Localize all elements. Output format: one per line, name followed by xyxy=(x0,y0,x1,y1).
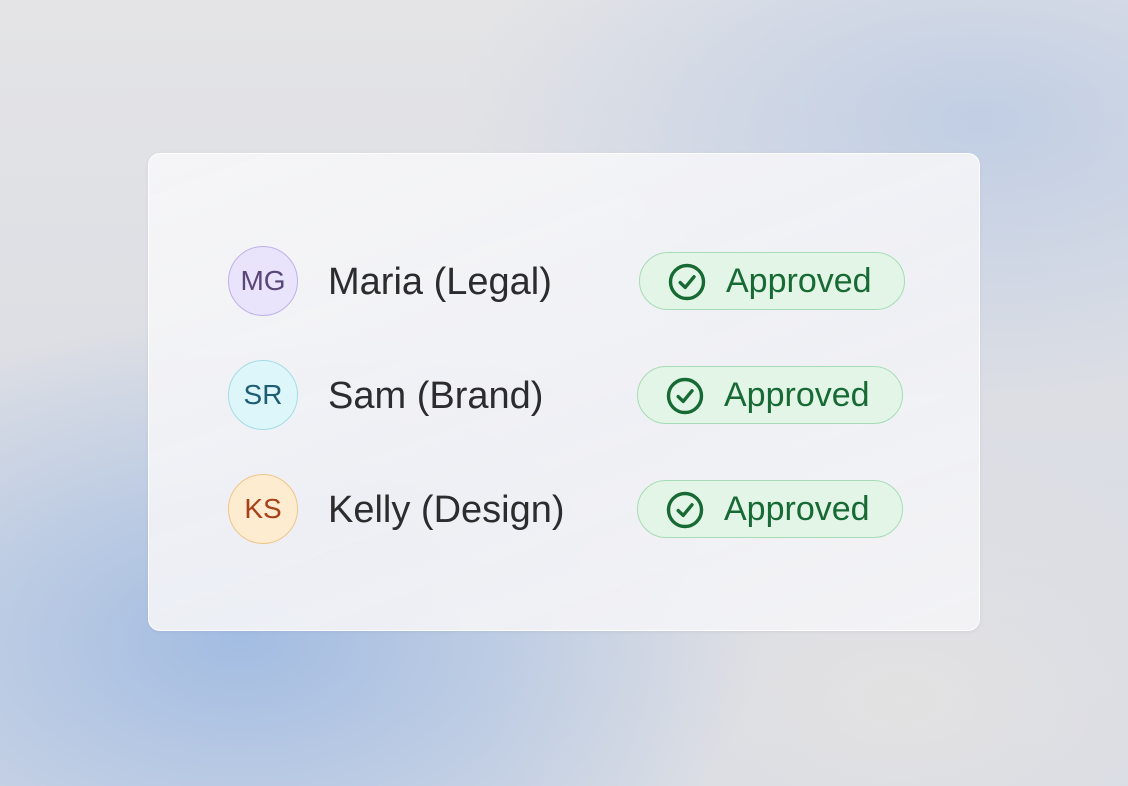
avatar-initials: MG xyxy=(240,265,286,296)
avatar: SR xyxy=(228,360,298,430)
approval-row: MG Maria (Legal) Approved xyxy=(228,246,928,318)
status-badge: Approved xyxy=(637,366,903,424)
avatar: MG xyxy=(228,246,298,316)
avatar-initials: SR xyxy=(243,379,283,410)
check-circle-icon xyxy=(666,377,704,415)
approvals-card: MG Maria (Legal) Approved SR Sam (Brand)… xyxy=(148,153,980,631)
status-label: Approved xyxy=(726,262,872,300)
status-badge: Approved xyxy=(637,480,903,538)
avatar: KS xyxy=(228,474,298,544)
check-circle-icon xyxy=(668,263,706,301)
approval-row: SR Sam (Brand) Approved xyxy=(228,360,928,432)
status-label: Approved xyxy=(724,376,870,414)
approver-name: Sam (Brand) xyxy=(328,375,544,417)
approval-row: KS Kelly (Design) Approved xyxy=(228,474,928,546)
approver-name: Kelly (Design) xyxy=(328,489,565,531)
check-circle-icon xyxy=(666,491,704,529)
status-badge: Approved xyxy=(639,252,905,310)
approver-name: Maria (Legal) xyxy=(328,261,552,303)
avatar-initials: KS xyxy=(244,493,282,524)
status-label: Approved xyxy=(724,490,870,528)
